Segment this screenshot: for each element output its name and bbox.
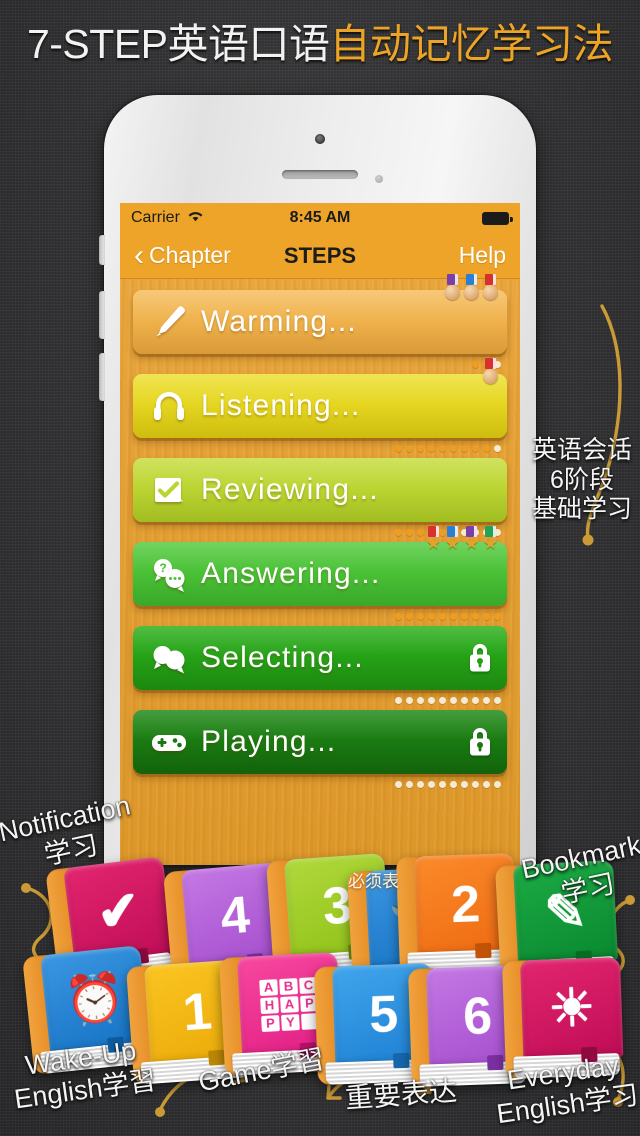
checklist-icon xyxy=(147,468,191,512)
step-label: Playing... xyxy=(201,725,337,758)
medal: ★ xyxy=(425,526,442,552)
status-bar-clock: 8:45 AM xyxy=(289,209,351,226)
step-label: Warming... xyxy=(201,305,357,338)
lock-icon xyxy=(467,643,493,673)
medal: ★ xyxy=(463,526,480,552)
book-number: 4 xyxy=(218,886,253,947)
volume-up-button[interactable] xyxy=(99,291,105,339)
proximity-sensor-icon xyxy=(375,175,383,183)
check-icon: ✔ xyxy=(93,880,144,944)
step-row: ★ ★ ★ ★ ? Answering... xyxy=(133,526,507,620)
page-title-white: 7-STEP英语口语 xyxy=(26,21,330,67)
step-progress-dots xyxy=(395,613,501,620)
mute-switch[interactable] xyxy=(99,235,105,265)
annotation-line: 6阶段 xyxy=(550,465,614,494)
step-progress-dots xyxy=(395,445,501,452)
medal: ★ xyxy=(482,526,499,552)
step-row: Warming... xyxy=(133,274,507,368)
medal xyxy=(482,358,499,384)
front-camera-icon xyxy=(315,134,325,144)
annotation-line: 英语会话 xyxy=(531,436,632,464)
speech-bubbles-icon xyxy=(147,636,191,680)
speech-bubbles-question-icon: ? xyxy=(147,552,191,596)
status-bar: Carrier 8:45 AM xyxy=(120,203,520,233)
annotation-line: 基础学习 xyxy=(531,495,632,523)
annotation-bisu: 必须表 xyxy=(348,872,399,891)
page-title: 7-STEP英语口语自动记忆学习法 xyxy=(0,14,640,74)
step-progress-dots xyxy=(395,781,501,788)
wifi-icon xyxy=(187,209,204,227)
chevron-left-icon: ‹ xyxy=(134,238,144,272)
volume-down-button[interactable] xyxy=(99,353,105,401)
step-button-reviewing[interactable]: Reviewing... xyxy=(133,458,507,522)
medal xyxy=(463,274,480,300)
pencil-icon xyxy=(147,300,191,344)
step-row: Listening... xyxy=(133,358,507,452)
step-button-playing[interactable]: Playing... xyxy=(133,710,507,774)
medal xyxy=(482,274,499,300)
book-number: 2 xyxy=(450,875,482,935)
abc-happy-icon: ABCHAPPY xyxy=(259,977,320,1033)
book-number: 1 xyxy=(180,982,214,1043)
step-label: Listening... xyxy=(201,389,361,422)
medal: ★ xyxy=(444,526,461,552)
carrier-label: Carrier xyxy=(131,209,180,226)
help-button[interactable]: Help xyxy=(459,242,506,269)
book-number: 5 xyxy=(368,985,400,1045)
step-button-selecting[interactable]: Selecting... xyxy=(133,626,507,690)
lock-icon xyxy=(467,727,493,757)
gamepad-icon xyxy=(147,720,191,764)
step-label: Answering... xyxy=(201,557,381,590)
back-button[interactable]: ‹ Chapter xyxy=(134,238,231,272)
step-label: Reviewing... xyxy=(201,473,379,506)
step-medals xyxy=(482,358,499,384)
step-row: Selecting... xyxy=(133,626,507,704)
headphones-icon xyxy=(147,384,191,428)
step-button-listening[interactable]: Listening... xyxy=(133,374,507,438)
phone-mockup: Carrier 8:45 AM ‹ Chapter STEPS Help War… xyxy=(99,93,538,867)
annotation-right-side: 英语会话 6阶段 基础学习 xyxy=(526,436,638,525)
back-button-label: Chapter xyxy=(149,242,231,268)
medal xyxy=(444,274,461,300)
nav-bar: ‹ Chapter STEPS Help xyxy=(120,233,520,279)
sun-icon: ☀ xyxy=(547,978,596,1039)
step-row: Playing... xyxy=(133,710,507,788)
phone-screen: Carrier 8:45 AM ‹ Chapter STEPS Help War… xyxy=(120,203,520,865)
book-number: 6 xyxy=(462,987,494,1047)
step-medals: ★ ★ ★ ★ xyxy=(425,526,499,552)
alarm-clock-icon: ⏰ xyxy=(62,970,128,1030)
svg-text:?: ? xyxy=(159,561,166,575)
step-progress-dots xyxy=(395,697,501,704)
steps-list: Warming... Listening... Reviewing... ★ ★… xyxy=(120,274,520,865)
step-label: Selecting... xyxy=(201,641,364,674)
battery-icon xyxy=(482,211,513,225)
earpiece-speaker xyxy=(282,170,358,179)
step-row: Reviewing... xyxy=(133,458,507,536)
step-medals xyxy=(444,274,499,300)
page-title-orange: 自动记忆学习法 xyxy=(329,21,614,67)
